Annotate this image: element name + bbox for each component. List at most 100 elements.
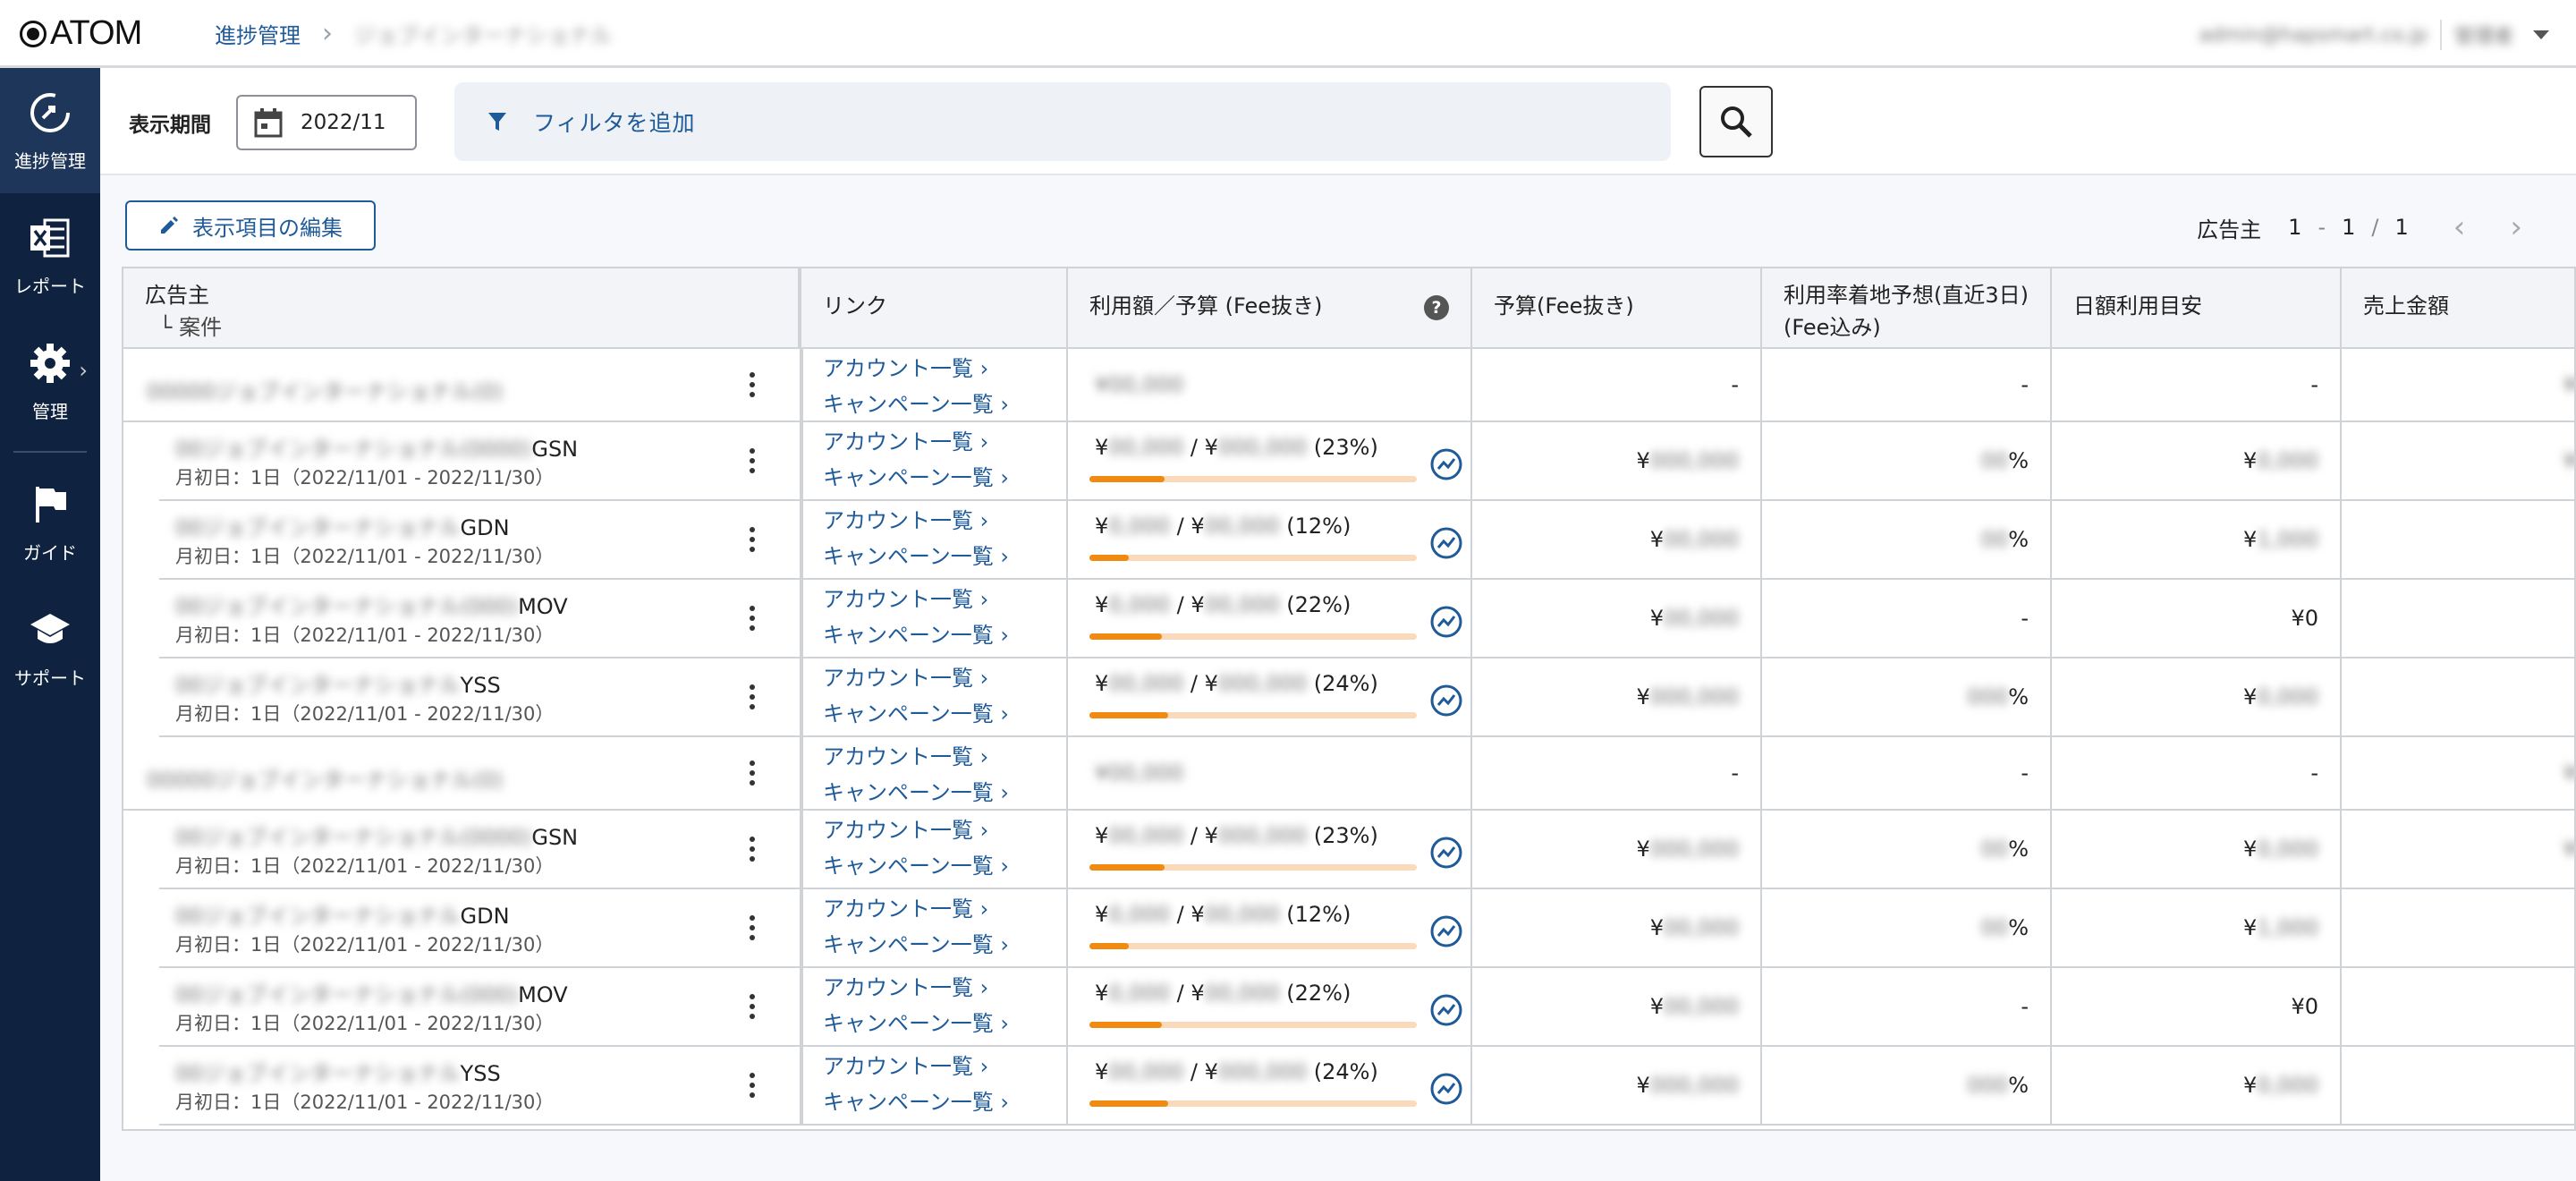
budget-value: 00,000	[1664, 994, 1739, 1019]
budget-cell: ¥00,000	[1472, 501, 1762, 578]
more-vert-icon[interactable]	[750, 606, 755, 631]
more-vert-icon[interactable]	[750, 1073, 755, 1098]
more-vert-icon[interactable]	[750, 994, 755, 1019]
account-list-link[interactable]: アカウント一覧 ›	[823, 741, 1009, 773]
more-vert-icon[interactable]	[750, 837, 755, 862]
search-button[interactable]	[1699, 86, 1773, 157]
user-name: 管理者	[2453, 26, 2513, 48]
usage-used: 0,000	[1108, 981, 1170, 1006]
trend-chart-icon[interactable]	[1429, 914, 1463, 948]
usage-progress-bar	[1089, 633, 1417, 640]
usage-percent: (23%)	[1313, 435, 1378, 460]
advertiser-row[interactable]: 00000ジョブインターナショナル(0) アカウント一覧 › キャンペーン一覧 …	[123, 349, 2574, 422]
campaign-row[interactable]: 00ジョブインターナショナルYSS 月初日：1日（2022/11/01 - 20…	[159, 658, 2574, 737]
daily-cell: ¥0	[2052, 580, 2342, 657]
campaign-period: 月初日：1日（2022/11/01 - 2022/11/30）	[175, 855, 555, 877]
chevron-right-icon: ›	[79, 358, 88, 383]
campaign-row[interactable]: 00ジョブインターナショナルGDN 月初日：1日（2022/11/01 - 20…	[159, 501, 2574, 580]
help-icon[interactable]: ?	[1424, 295, 1449, 320]
trend-chart-icon[interactable]	[1429, 1072, 1463, 1106]
usage-budget: 00,000	[1204, 592, 1280, 617]
forecast-cell: 00%	[1762, 889, 2052, 966]
trend-chart-icon[interactable]	[1429, 993, 1463, 1027]
period-date-picker[interactable]: 2022/11	[236, 95, 417, 150]
advertiser-row[interactable]: 00000ジョブインターナショナル(0) アカウント一覧 › キャンペーン一覧 …	[123, 737, 2574, 811]
account-list-link[interactable]: アカウント一覧 ›	[823, 505, 1009, 537]
campaign-list-link[interactable]: キャンペーン一覧 ›	[823, 540, 1009, 573]
trend-chart-icon[interactable]	[1429, 836, 1463, 870]
account-list-link[interactable]: アカウント一覧 ›	[823, 814, 1009, 846]
next-page-button[interactable]: ›	[2510, 209, 2522, 245]
header-campaign-label: └ 案件	[159, 315, 223, 340]
usage-used: 00,000	[1108, 1059, 1184, 1084]
campaign-list-link[interactable]: キャンペーン一覧 ›	[823, 929, 1009, 961]
header-forecast-sub: (Fee込み)	[1784, 315, 1881, 340]
more-vert-icon[interactable]	[750, 372, 755, 397]
budget-cell: ¥00,000	[1472, 889, 1762, 966]
sidebar-item-admin[interactable]: 管理 ›	[0, 319, 100, 444]
sidebar-item-report[interactable]: レポート	[0, 193, 100, 319]
campaign-row[interactable]: 00ジョブインターナショナル(000)MOV 月初日：1日（2022/11/01…	[159, 580, 2574, 658]
trend-chart-icon[interactable]	[1429, 684, 1463, 718]
account-list-link[interactable]: アカウント一覧 ›	[823, 426, 1009, 458]
sidebar-item-guide[interactable]: ガイド	[0, 460, 100, 585]
campaign-list-link[interactable]: キャンペーン一覧 ›	[823, 1086, 1009, 1118]
breadcrumb-home-link[interactable]: 進捗管理	[215, 18, 301, 49]
forecast-unit: %	[2008, 527, 2029, 552]
campaign-list-link[interactable]: キャンペーン一覧 ›	[823, 388, 1009, 421]
trend-chart-icon[interactable]	[1429, 605, 1463, 639]
usage-cell: ¥0,000 / ¥00,000 (22%)	[1068, 580, 1472, 657]
usage-percent: (22%)	[1286, 592, 1352, 617]
campaign-row[interactable]: 00ジョブインターナショナル(000)MOV 月初日：1日（2022/11/01…	[159, 968, 2574, 1047]
account-list-link[interactable]: アカウント一覧 ›	[823, 893, 1009, 925]
link-cell: アカウント一覧 › キャンペーン一覧 ›	[801, 580, 1068, 657]
usage-used: 0,000	[1108, 592, 1170, 617]
add-filter-button[interactable]: フィルタを追加	[454, 82, 1671, 161]
campaign-row[interactable]: 00ジョブインターナショナルGDN 月初日：1日（2022/11/01 - 20…	[159, 889, 2574, 968]
campaign-row[interactable]: 00ジョブインターナショナルYSS 月初日：1日（2022/11/01 - 20…	[159, 1047, 2574, 1126]
usage-cell: ¥0,000 / ¥00,000 (22%)	[1068, 968, 1472, 1045]
usage-progress-fill	[1089, 555, 1129, 561]
account-list-link[interactable]: アカウント一覧 ›	[823, 662, 1009, 694]
more-vert-icon[interactable]	[750, 684, 755, 709]
campaign-list-link[interactable]: キャンペーン一覧 ›	[823, 1007, 1009, 1040]
prev-page-button[interactable]: ‹	[2453, 209, 2466, 245]
sidebar-item-progress[interactable]: 進捗管理	[0, 68, 100, 193]
campaign-list-link[interactable]: キャンペーン一覧 ›	[823, 777, 1009, 809]
atom-logo[interactable]: ATOM	[20, 14, 142, 53]
more-vert-icon[interactable]	[750, 448, 755, 473]
usage-text: ¥00,000 / ¥000,000 (23%)	[1095, 435, 1378, 460]
sales-cell: ¥0	[2342, 737, 2574, 809]
link-cell: アカウント一覧 › キャンペーン一覧 ›	[801, 737, 1068, 809]
usage-percent: (22%)	[1286, 981, 1352, 1006]
campaign-list-link[interactable]: キャンペーン一覧 ›	[823, 850, 1009, 882]
campaign-row[interactable]: 00ジョブインターナショナル(0000)GSN 月初日：1日（2022/11/0…	[159, 811, 2574, 889]
campaign-row[interactable]: 00ジョブインターナショナル(0000)GSN 月初日：1日（2022/11/0…	[159, 422, 2574, 501]
sidebar-item-label: 管理	[32, 400, 68, 422]
more-vert-icon[interactable]	[750, 527, 755, 552]
campaign-cell: 00ジョブインターナショナル(000)MOV 月初日：1日（2022/11/01…	[159, 968, 801, 1045]
user-menu[interactable]: admin@hapsmart.co.jp 管理者	[2199, 20, 2549, 50]
campaign-list-link[interactable]: キャンペーン一覧 ›	[823, 462, 1009, 494]
pager-to: 1	[2342, 215, 2356, 240]
campaign-suffix: GDN	[460, 515, 510, 540]
edit-columns-button[interactable]: 表示項目の編集	[125, 200, 376, 251]
advertiser-cell: 00000ジョブインターナショナル(0)	[123, 737, 801, 809]
user-divider	[2439, 20, 2442, 50]
campaign-period: 月初日：1日（2022/11/01 - 2022/11/30）	[175, 934, 555, 956]
forecast-value: -	[2021, 606, 2029, 631]
account-list-link[interactable]: アカウント一覧 ›	[823, 583, 1009, 616]
sidebar-item-support[interactable]: サポート	[0, 585, 100, 710]
account-list-link[interactable]: アカウント一覧 ›	[823, 1050, 1009, 1083]
more-vert-icon[interactable]	[750, 915, 755, 940]
account-list-link[interactable]: アカウント一覧 ›	[823, 353, 1009, 385]
campaign-list-link[interactable]: キャンペーン一覧 ›	[823, 619, 1009, 651]
usage-percent: (12%)	[1286, 514, 1352, 539]
account-list-link[interactable]: アカウント一覧 ›	[823, 972, 1009, 1004]
daily-value: ¥0	[2291, 994, 2318, 1019]
campaign-list-link[interactable]: キャンペーン一覧 ›	[823, 698, 1009, 730]
trend-chart-icon[interactable]	[1429, 526, 1463, 560]
trend-chart-icon[interactable]	[1429, 447, 1463, 481]
usage-progress-bar	[1089, 943, 1417, 949]
more-vert-icon[interactable]	[750, 760, 755, 786]
